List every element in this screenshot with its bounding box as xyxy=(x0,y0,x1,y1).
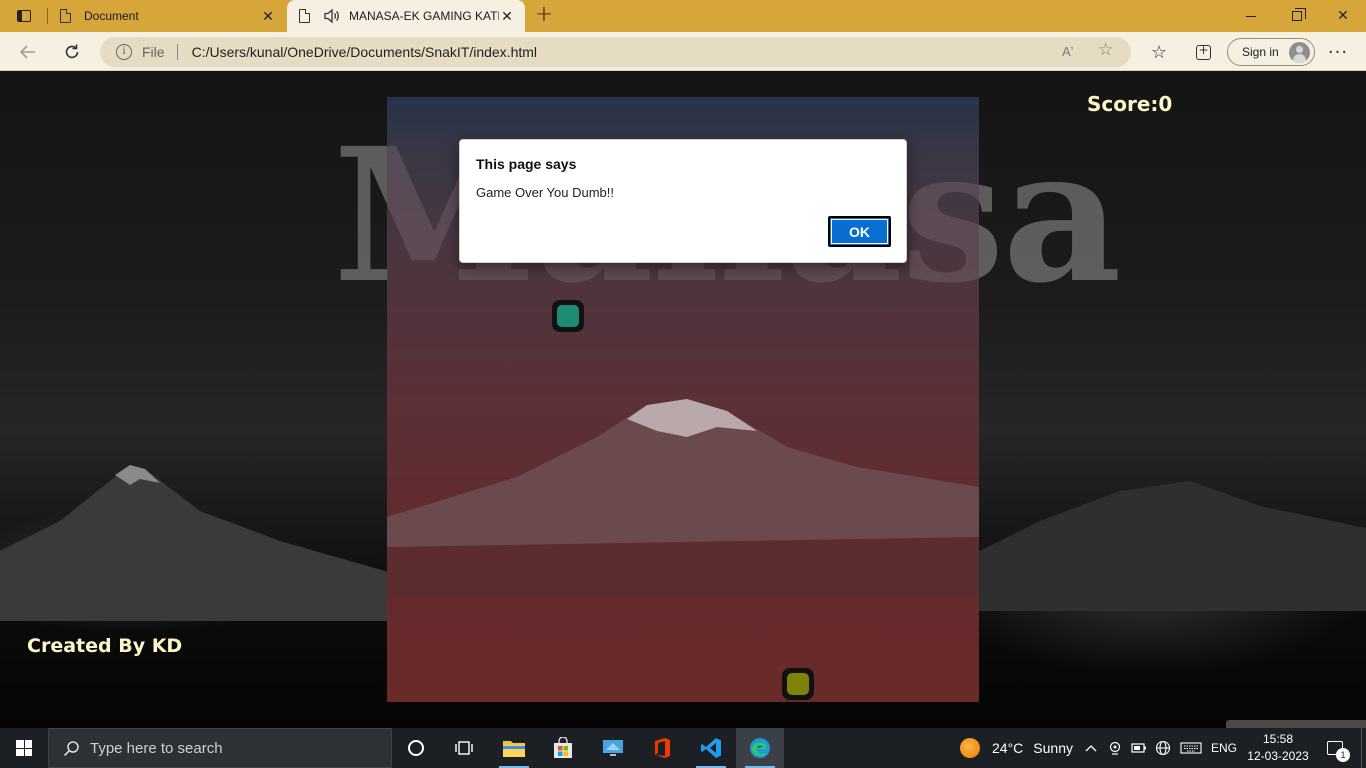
battery-button[interactable] xyxy=(1130,728,1148,768)
search-icon xyxy=(63,740,79,756)
back-button[interactable] xyxy=(14,38,42,66)
food-fill xyxy=(787,673,809,695)
sign-in-button[interactable]: Sign in xyxy=(1227,38,1315,66)
minimize-icon xyxy=(1246,15,1256,17)
show-hidden-icons-button[interactable] xyxy=(1082,728,1100,768)
notification-icon: 1 xyxy=(1327,741,1350,762)
speaker-icon[interactable] xyxy=(323,8,341,24)
page-viewport: Manasa Manasa Score:0 Created By KD This… xyxy=(0,71,1366,728)
collections-button[interactable] xyxy=(1189,38,1217,66)
windows-logo-icon xyxy=(16,740,32,756)
weather-temperature: 24°C xyxy=(992,740,1024,756)
alert-dialog: This page says Game Over You Dumb!! OK xyxy=(459,139,907,263)
food-block xyxy=(782,668,814,700)
search-placeholder: Type here to search xyxy=(90,739,223,757)
restore-button[interactable] xyxy=(1274,0,1320,32)
sun-icon xyxy=(960,738,980,758)
snake-head-fill xyxy=(557,305,579,327)
page-icon xyxy=(299,9,310,23)
minimize-button[interactable] xyxy=(1228,0,1274,32)
ok-button[interactable]: OK xyxy=(828,216,891,247)
touch-keyboard-button[interactable] xyxy=(1178,728,1204,768)
url-text[interactable]: C:/Users/kunal/OneDrive/Documents/SnakIT… xyxy=(192,44,537,60)
collections-icon xyxy=(1195,43,1211,60)
task-view-button[interactable] xyxy=(440,728,488,768)
background-mountain-right xyxy=(960,481,1366,611)
tab-close-icon[interactable]: ✕ xyxy=(260,8,276,24)
refresh-icon xyxy=(65,44,79,59)
score-display: Score:0 xyxy=(1087,92,1173,116)
tab-title: Document xyxy=(84,9,139,23)
tab-manasa-game[interactable]: MANASA-EK GAMING KATH ✕ xyxy=(287,0,525,32)
credit-text: Created By KD xyxy=(27,635,183,657)
tab-actions-button[interactable] xyxy=(8,4,40,28)
board-mountain xyxy=(387,399,979,597)
file-explorer-button[interactable] xyxy=(490,728,538,768)
webcam-icon xyxy=(1109,741,1121,755)
folder-icon xyxy=(503,741,525,757)
vscode-icon xyxy=(701,738,721,758)
snake-head xyxy=(552,300,584,332)
background-mountain-left xyxy=(0,465,420,621)
vscode-button[interactable] xyxy=(687,728,735,768)
favorites-icon: ☆ xyxy=(1150,41,1168,63)
arrow-left-icon xyxy=(19,45,35,59)
tray-app-icon[interactable] xyxy=(1106,728,1124,768)
clock[interactable]: 15:58 12-03-2023 xyxy=(1244,731,1312,765)
page-icon xyxy=(60,9,71,23)
action-center-button[interactable]: 1 xyxy=(1322,728,1350,768)
restore-icon xyxy=(1292,8,1306,21)
task-view-icon xyxy=(455,741,473,755)
settings-more-button[interactable]: ··· xyxy=(1324,38,1352,66)
refresh-button[interactable] xyxy=(58,38,86,66)
favorites-button[interactable]: ☆ xyxy=(1145,38,1173,66)
new-tab-button[interactable]: + xyxy=(533,4,555,27)
battery-icon xyxy=(1131,743,1146,753)
office-icon xyxy=(655,738,670,758)
remote-desktop-button[interactable] xyxy=(589,728,637,768)
read-aloud-icon[interactable]: Aʼ xyxy=(1062,44,1074,59)
tab-document[interactable]: Document ✕ xyxy=(48,0,286,32)
start-button[interactable] xyxy=(0,728,48,768)
store-bag-icon xyxy=(554,737,572,758)
alert-title: This page says xyxy=(476,156,577,172)
info-icon[interactable]: i xyxy=(116,44,132,60)
close-icon: ✕ xyxy=(1337,8,1349,24)
browser-titlebar: Document ✕ MANASA-EK GAMING KATH ✕ + ✕ xyxy=(0,0,1366,32)
tab-close-icon[interactable]: ✕ xyxy=(499,8,515,24)
clock-time: 15:58 xyxy=(1262,732,1294,746)
network-button[interactable] xyxy=(1154,728,1172,768)
tab-actions-icon xyxy=(17,10,31,22)
office-button[interactable] xyxy=(638,728,686,768)
weather-condition: Sunny xyxy=(1033,740,1073,756)
tab-title: MANASA-EK GAMING KATH xyxy=(349,9,499,23)
clock-date: 12-03-2023 xyxy=(1247,749,1309,763)
browser-toolbar: i File C:/Users/kunal/OneDrive/Documents… xyxy=(0,32,1366,71)
address-separator xyxy=(176,44,178,60)
chevron-up-icon xyxy=(1085,745,1097,752)
edge-button[interactable] xyxy=(736,728,784,768)
globe-icon xyxy=(1155,740,1171,756)
close-window-button[interactable]: ✕ xyxy=(1320,0,1366,32)
keyboard-icon xyxy=(1180,742,1202,754)
cortana-icon xyxy=(408,740,424,756)
show-desktop-button[interactable] xyxy=(1361,728,1366,768)
address-bar[interactable]: i File C:/Users/kunal/OneDrive/Documents… xyxy=(100,37,1131,67)
notification-count: 1 xyxy=(1336,748,1350,762)
weather-widget[interactable]: 24°C Sunny xyxy=(960,728,1073,768)
language-indicator[interactable]: ENG xyxy=(1210,728,1238,768)
sign-in-label: Sign in xyxy=(1242,45,1279,59)
more-icon: ··· xyxy=(1327,41,1349,63)
microsoft-store-button[interactable] xyxy=(539,728,587,768)
alert-message: Game Over You Dumb!! xyxy=(476,185,615,200)
remote-desktop-icon xyxy=(603,740,623,756)
wallpaper-stamp xyxy=(1226,720,1366,728)
windows-taskbar: Type here to search 24°C Sunny ENG 15:58… xyxy=(0,728,1366,768)
scheme-label: File xyxy=(142,44,165,60)
edge-icon xyxy=(750,738,770,758)
cortana-button[interactable] xyxy=(392,728,440,768)
avatar xyxy=(1289,42,1310,63)
add-favorite-icon[interactable]: ☆ xyxy=(1098,40,1113,60)
taskbar-search[interactable]: Type here to search xyxy=(48,728,392,768)
